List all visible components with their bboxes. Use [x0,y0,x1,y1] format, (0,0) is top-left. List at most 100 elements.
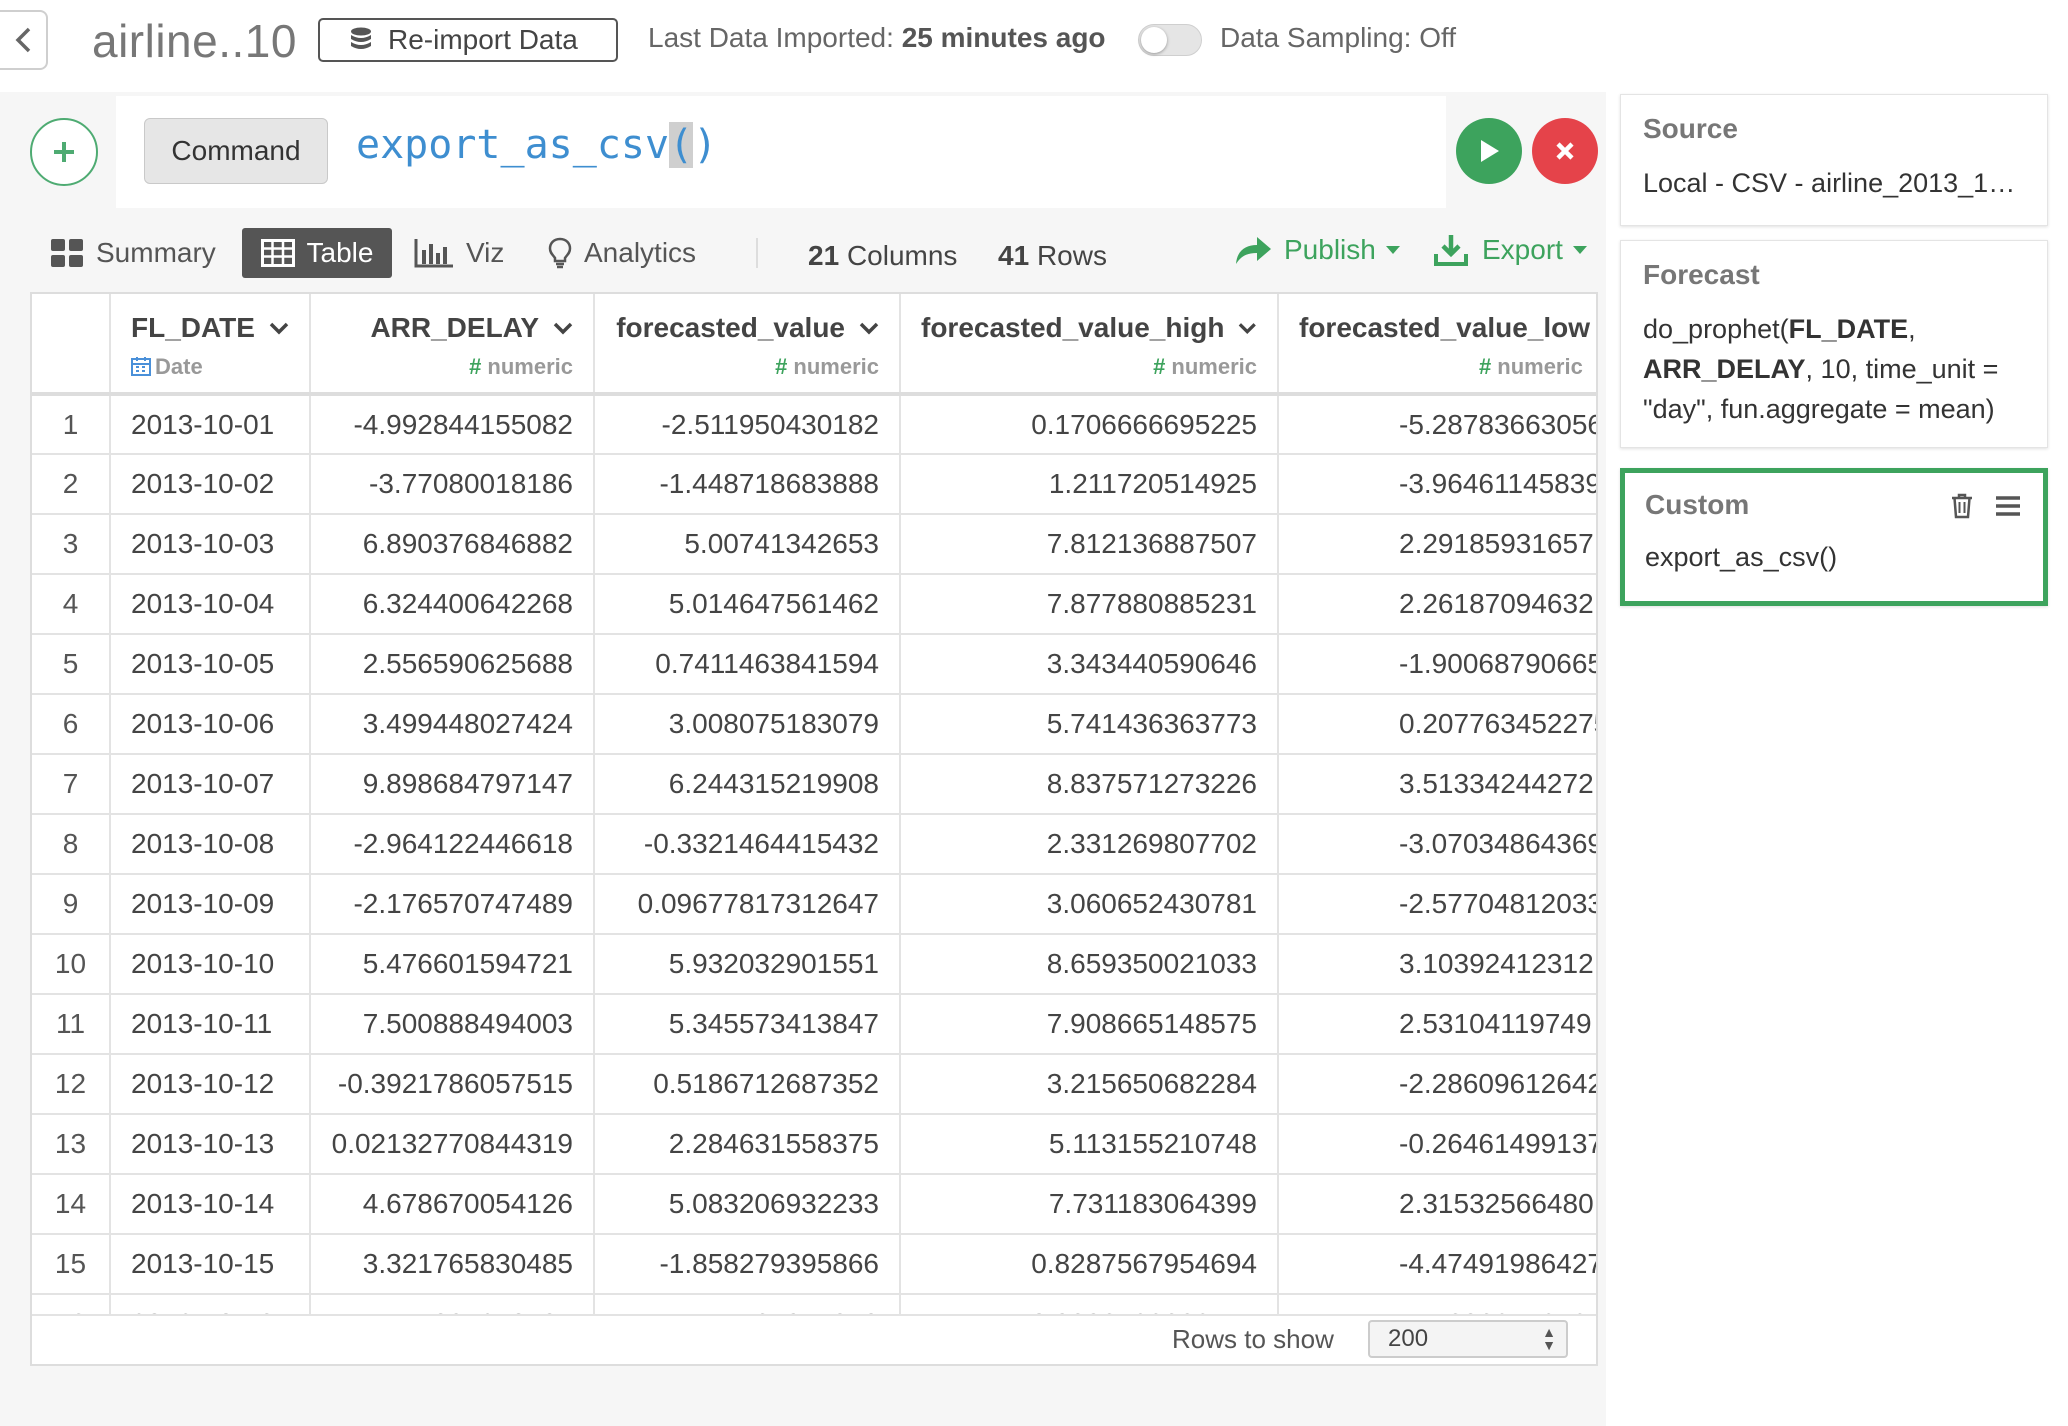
cell-arr-delay[interactable]: 6.890376846882 [310,514,595,575]
cell-forecasted-value[interactable]: 5.00741342653 [594,514,901,575]
step-card-custom[interactable]: Custom export_as_csv() [1620,468,2048,606]
cell-forecasted-value[interactable]: 0.7411463841594 [594,634,901,695]
cell-forecasted-value[interactable]: 6.244315219908 [594,754,901,815]
export-menu-button[interactable]: Export [1434,234,1587,266]
cell-arr-delay[interactable]: -0.3921786057515 [310,1054,595,1115]
cell-forecasted-value-high[interactable]: 5.113155210748 [900,1114,1279,1175]
cell-forecasted-value-low[interactable]: -3.07034864369 [1278,814,1596,875]
cell-forecasted-value[interactable]: -2.511950430182 [594,394,901,455]
cell-forecasted-value-high[interactable]: 2.331269807702 [900,814,1279,875]
cell-arr-delay[interactable]: 6.324400642268 [310,574,595,635]
cancel-button[interactable] [1532,118,1598,184]
cell-fl-date[interactable]: 2013-10-01 [110,394,311,455]
cell-arr-delay[interactable]: -4.992844155082 [310,394,595,455]
tab-viz[interactable]: Viz [414,228,504,278]
cell-forecasted-value[interactable]: 5.345573413847 [594,994,901,1055]
cell-fl-date[interactable]: 2013-10-02 [110,454,311,515]
cell-fl-date[interactable]: 2013-10-12 [110,1054,311,1115]
cell-fl-date[interactable]: 2013-10-10 [110,934,311,995]
cell-forecasted-value-low[interactable]: -2.28609612642 [1278,1054,1596,1115]
cell-forecasted-value[interactable]: -1.448718683888 [594,454,901,515]
tab-table[interactable]: Table [242,228,392,278]
cell-fl-date[interactable]: 2013-10-11 [110,994,311,1055]
back-button[interactable] [0,10,48,70]
run-button[interactable] [1456,118,1522,184]
cell-forecasted-value-high[interactable]: 0.8287567954694 [900,1234,1279,1295]
cell-arr-delay[interactable]: 3.499448027424 [310,694,595,755]
cell-forecasted-value-high[interactable]: 7.731183064399 [900,1174,1279,1235]
cell-forecasted-value-low[interactable]: 3.51334244272 [1278,754,1596,815]
cell-forecasted-value-low[interactable]: -4.47491986427 [1278,1234,1596,1295]
cell-fl-date[interactable]: 2013-10-03 [110,514,311,575]
cell-forecasted-value-low[interactable]: -0.26461499137 [1278,1114,1596,1175]
cell-arr-delay[interactable]: 5.476601594721 [310,934,595,995]
cell-forecasted-value[interactable]: 0.5186712687352 [594,1054,901,1115]
step-card-source[interactable]: Source Local - CSV - airline_2013_10... [1620,94,2048,226]
cell-forecasted-value-high[interactable]: 5.741436363773 [900,694,1279,755]
cell-forecasted-value-low[interactable]: 2.29185931657 [1278,514,1596,575]
column-header-arr-delay[interactable]: ARR_DELAY # numeric [310,294,595,395]
reimport-data-button[interactable]: Re-import Data [318,18,618,62]
cell-fl-date[interactable]: 2013-10-04 [110,574,311,635]
cell-fl-date[interactable]: 2013-10-06 [110,694,311,755]
cell-arr-delay[interactable]: 4.678670054126 [310,1174,595,1235]
tab-analytics[interactable]: Analytics [548,228,696,278]
publish-menu-button[interactable]: Publish [1234,234,1400,266]
menu-icon[interactable] [1995,495,2021,517]
column-header-forecasted-value[interactable]: forecasted_value # numeric [594,294,901,395]
cell-arr-delay[interactable]: 2.556590625688 [310,634,595,695]
cell-fl-date[interactable]: 2013-10-14 [110,1174,311,1235]
cell-forecasted-value-low[interactable]: -5.28783663056 [1278,394,1596,455]
cell-arr-delay[interactable]: -2.964122446618 [310,814,595,875]
chevron-down-icon[interactable] [269,321,289,335]
cell-forecasted-value-high[interactable]: 3.060652430781 [900,874,1279,935]
rows-to-show-select[interactable]: 200 ▲ ▼ [1368,1320,1568,1358]
cell-fl-date[interactable]: 2013-10-08 [110,814,311,875]
dataframe-title[interactable]: airline..10 [92,14,297,68]
cell-forecasted-value-low[interactable]: 2.26187094632 [1278,574,1596,635]
cell-forecasted-value[interactable]: -0.3321464415432 [594,814,901,875]
cell-arr-delay[interactable]: 9.898684797147 [310,754,595,815]
command-input[interactable]: export_as_csv() [356,122,717,168]
cell-forecasted-value-high[interactable]: 7.908665148575 [900,994,1279,1055]
cell-forecasted-value-high[interactable]: 7.877880885231 [900,574,1279,635]
data-sampling-toggle[interactable] [1138,24,1202,56]
column-header-forecasted-value-low[interactable]: forecasted_value_low # numeric [1278,294,1596,395]
cell-forecasted-value[interactable]: 5.083206932233 [594,1174,901,1235]
cell-arr-delay[interactable]: -2.176570747489 [310,874,595,935]
cell-fl-date[interactable]: 2013-10-07 [110,754,311,815]
tab-summary[interactable]: Summary [50,228,216,278]
cell-arr-delay[interactable]: 0.02132770844319 [310,1114,595,1175]
cell-forecasted-value[interactable]: 2.284631558375 [594,1114,901,1175]
cell-forecasted-value-high[interactable]: 8.659350021033 [900,934,1279,995]
command-editor[interactable]: Command export_as_csv() [116,96,1446,208]
step-card-forecast[interactable]: Forecast do_prophet(FL_DATE, ARR_DELAY, … [1620,240,2048,448]
cell-forecasted-value-high[interactable]: 3.215650682284 [900,1054,1279,1115]
cell-arr-delay[interactable]: 3.321765830485 [310,1234,595,1295]
cell-forecasted-value-low[interactable]: -1.90068790665 [1278,634,1596,695]
cell-fl-date[interactable]: 2013-10-13 [110,1114,311,1175]
cell-fl-date[interactable]: 2013-10-15 [110,1234,311,1295]
chevron-down-icon[interactable] [859,321,879,335]
column-header-fl-date[interactable]: FL_DATE Date [110,294,311,395]
column-header-forecasted-value-high[interactable]: forecasted_value_high # numeric [900,294,1279,395]
cell-forecasted-value-low[interactable]: 2.53104119749 [1278,994,1596,1055]
cell-forecasted-value[interactable]: -1.858279395866 [594,1234,901,1295]
chevron-down-icon[interactable] [1238,321,1257,335]
command-type-button[interactable]: Command [144,118,328,184]
cell-forecasted-value-low[interactable]: -3.96461145839 [1278,454,1596,515]
cell-forecasted-value-low[interactable]: 3.10392412312 [1278,934,1596,995]
add-step-button[interactable] [30,118,98,186]
cell-arr-delay[interactable]: 7.500888494003 [310,994,595,1055]
cell-forecasted-value-high[interactable]: 7.812136887507 [900,514,1279,575]
chevron-down-icon[interactable] [553,321,573,335]
cell-forecasted-value[interactable]: 5.014647561462 [594,574,901,635]
cell-forecasted-value-high[interactable]: 1.211720514925 [900,454,1279,515]
cell-forecasted-value[interactable]: 5.932032901551 [594,934,901,995]
cell-forecasted-value-low[interactable]: -2.57704812033 [1278,874,1596,935]
cell-forecasted-value[interactable]: 3.008075183079 [594,694,901,755]
cell-forecasted-value-low[interactable]: 0.207763452275 [1278,694,1596,755]
trash-icon[interactable] [1951,493,1973,519]
cell-forecasted-value-high[interactable]: 3.343440590646 [900,634,1279,695]
cell-fl-date[interactable]: 2013-10-09 [110,874,311,935]
